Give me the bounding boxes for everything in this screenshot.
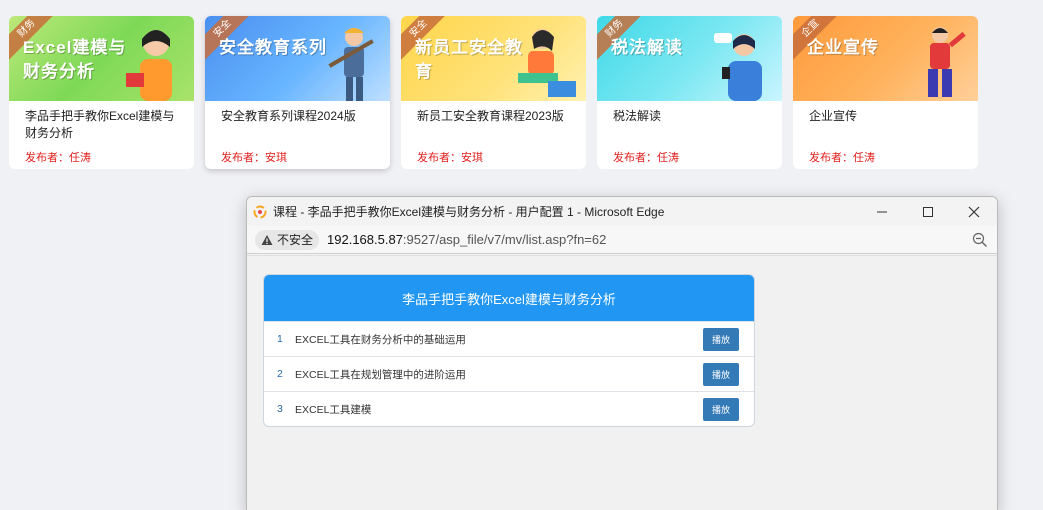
course-card[interactable]: 企宣 企业宣传 企业宣传 发布者：任涛 bbox=[793, 16, 978, 169]
edge-logo-icon bbox=[253, 205, 267, 218]
thumbnail-banner-text: Excel建模与财务分析 bbox=[23, 38, 127, 81]
reader-illustration-icon bbox=[518, 29, 576, 97]
course-publisher: 发布者：安琪 bbox=[221, 152, 287, 164]
course-publisher: 发布者：任涛 bbox=[613, 152, 679, 164]
play-button[interactable]: 播放 bbox=[703, 397, 739, 421]
minimize-button[interactable] bbox=[859, 197, 905, 226]
course-chapter-panel: 李品手把手教你Excel建模与财务分析 1 EXCEL工具在财务分析中的基础运用… bbox=[263, 274, 755, 427]
course-thumbnail: 安全 安全教育系列 bbox=[205, 16, 390, 101]
dancer-illustration-icon bbox=[928, 27, 966, 97]
thumbnail-banner-text: 企业宣传 bbox=[807, 38, 879, 57]
course-thumbnail: 企宣 企业宣传 bbox=[793, 16, 978, 101]
course-title: 新员工安全教育课程2023版 bbox=[417, 109, 564, 123]
course-card[interactable]: 安全 新员工安全教育 新员工安全教育课程2023版 发布者：安琪 bbox=[401, 16, 586, 169]
course-card-list: 财务 Excel建模与财务分析 李品手把手教你Excel建模与财务分析 发布者：… bbox=[9, 16, 978, 169]
security-label: 不安全 bbox=[277, 233, 314, 247]
chapter-number: 2 bbox=[277, 368, 283, 380]
teacher-illustration-icon bbox=[126, 30, 172, 101]
chapter-name: EXCEL工具在财务分析中的基础运用 bbox=[295, 333, 466, 346]
security-indicator[interactable]: 不安全 bbox=[255, 229, 320, 250]
page-viewport: 李品手把手教你Excel建模与财务分析 1 EXCEL工具在财务分析中的基础运用… bbox=[247, 255, 997, 510]
window-title: 课程 - 李品手把手教你Excel建模与财务分析 - 用户配置 1 - Micr… bbox=[273, 205, 665, 219]
course-thumbnail: 安全 新员工安全教育 bbox=[401, 16, 586, 101]
worker-illustration-icon bbox=[328, 28, 374, 101]
close-button[interactable] bbox=[951, 197, 997, 226]
play-button[interactable]: 播放 bbox=[703, 327, 739, 351]
close-icon bbox=[968, 206, 980, 217]
url-host: 192.168.5.87 bbox=[327, 232, 403, 247]
address-bar[interactable]: 不安全 192.168.5.87:9527/asp_file/v7/mv/lis… bbox=[247, 226, 997, 254]
course-title: 企业宣传 bbox=[809, 109, 858, 123]
chapter-name: EXCEL工具建模 bbox=[295, 403, 372, 416]
course-publisher: 发布者：任涛 bbox=[25, 152, 91, 164]
panel-title: 李品手把手教你Excel建模与财务分析 bbox=[264, 275, 754, 321]
course-publisher: 发布者：安琪 bbox=[417, 152, 483, 164]
thumbnail-banner-text: 安全教育系列 bbox=[219, 38, 327, 57]
chapter-row: 3 EXCEL工具建模 播放 bbox=[264, 391, 754, 426]
chapter-number: 3 bbox=[277, 403, 283, 415]
course-title: 安全教育系列课程2024版 bbox=[221, 109, 356, 123]
course-title: 李品手把手教你Excel建模与财务分析 bbox=[25, 109, 175, 140]
chapter-name: EXCEL工具在规划管理中的进阶运用 bbox=[295, 368, 466, 381]
course-publisher: 发布者：任涛 bbox=[809, 152, 875, 164]
course-thumbnail: 财务 税法解读 bbox=[597, 16, 782, 101]
chapter-row: 2 EXCEL工具在规划管理中的进阶运用 播放 bbox=[264, 356, 754, 391]
minimize-icon bbox=[877, 211, 887, 212]
course-card[interactable]: 财务 Excel建模与财务分析 李品手把手教你Excel建模与财务分析 发布者：… bbox=[9, 16, 194, 169]
chapter-row: 1 EXCEL工具在财务分析中的基础运用 播放 bbox=[264, 321, 754, 356]
play-button[interactable]: 播放 bbox=[703, 362, 739, 386]
course-thumbnail: 财务 Excel建模与财务分析 bbox=[9, 16, 194, 101]
maximize-button[interactable] bbox=[905, 197, 951, 226]
url-text[interactable]: 192.168.5.87:9527/asp_file/v7/mv/list.as… bbox=[327, 232, 971, 247]
course-card[interactable]: 安全 安全教育系列 安全教育系列课程2024版 发布者：安琪 bbox=[205, 16, 390, 169]
maximize-icon bbox=[923, 206, 933, 217]
window-titlebar[interactable]: 课程 - 李品手把手教你Excel建模与财务分析 - 用户配置 1 - Micr… bbox=[247, 197, 997, 226]
course-card[interactable]: 财务 税法解读 税法解读 发布者：任涛 bbox=[597, 16, 782, 169]
zoom-out-icon[interactable] bbox=[971, 231, 989, 249]
edge-browser-window: 课程 - 李品手把手教你Excel建模与财务分析 - 用户配置 1 - Micr… bbox=[246, 196, 998, 510]
warning-icon bbox=[261, 234, 273, 245]
course-title: 税法解读 bbox=[613, 109, 662, 123]
url-path: :9527/asp_file/v7/mv/list.asp?fn=62 bbox=[402, 232, 607, 247]
chapter-number: 1 bbox=[277, 333, 283, 345]
presenter-illustration-icon bbox=[714, 33, 762, 101]
